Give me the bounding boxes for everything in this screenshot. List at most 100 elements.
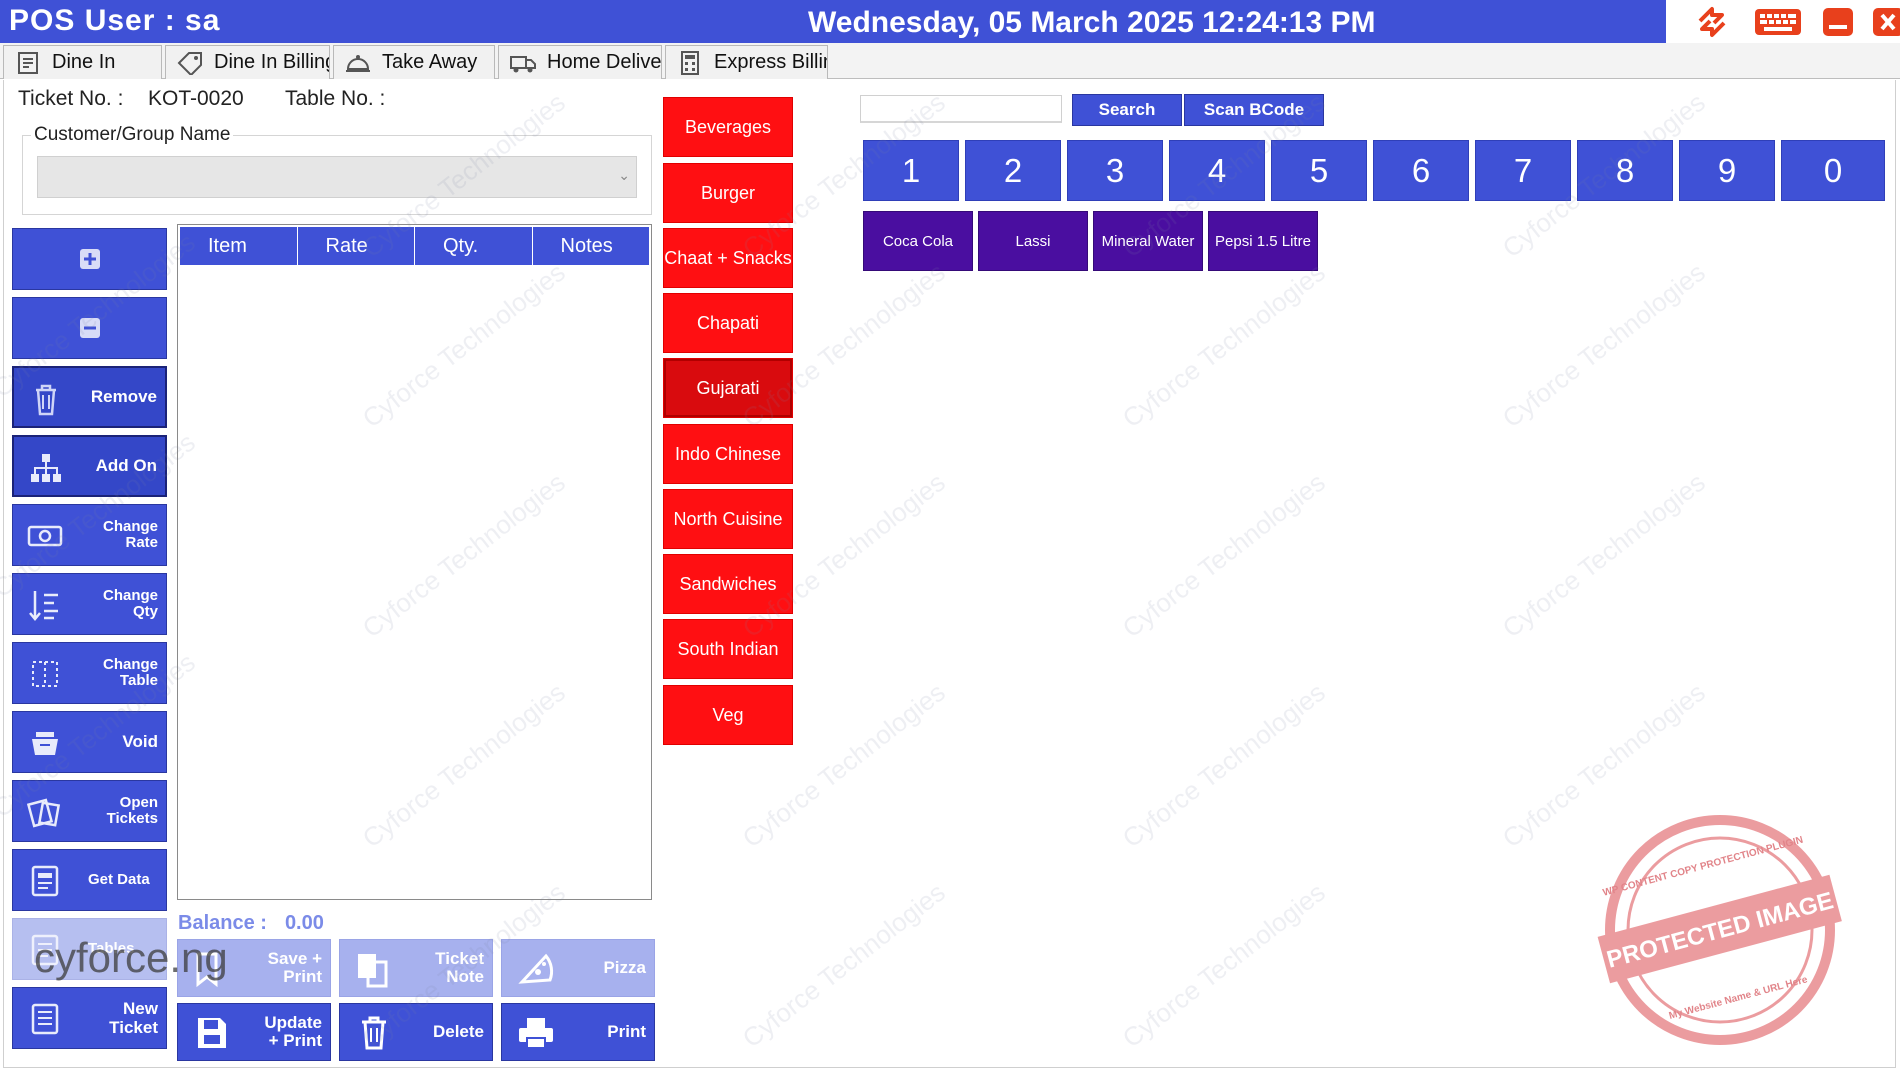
item-lassi[interactable]: Lassi [978, 211, 1088, 271]
category-beverages[interactable]: Beverages [663, 97, 793, 157]
title-bar: POS User : sa Wednesday, 05 March 2025 1… [0, 0, 1666, 43]
app-user-label: POS User : sa [9, 4, 221, 37]
tab-label: Dine In [52, 51, 116, 73]
grid-header: Item Rate Qty. Notes [180, 227, 649, 265]
new-ticket-button[interactable]: New Ticket [12, 987, 167, 1049]
category-chapati[interactable]: Chapati [663, 293, 793, 353]
tab-dine-in[interactable]: Dine In [3, 45, 162, 79]
truck-icon [510, 55, 536, 72]
numpad-3[interactable]: 3 [1067, 140, 1163, 201]
search-button[interactable]: Search [1072, 94, 1182, 126]
numpad-6[interactable]: 6 [1373, 140, 1469, 201]
datetime-display: Wednesday, 05 March 2025 12:24:13 PM [808, 6, 1376, 39]
column-header-item[interactable]: Item [180, 227, 298, 265]
minimize-button[interactable] [1812, 0, 1864, 43]
balance-label: Balance : [178, 912, 267, 934]
category-south-indian[interactable]: South Indian [663, 619, 793, 679]
numpad-5[interactable]: 5 [1271, 140, 1367, 201]
order-grid[interactable]: Item Rate Qty. Notes [177, 224, 652, 900]
customer-group: Customer/Group Name ⌄ [22, 124, 652, 215]
category-chaat-snacks[interactable]: Chaat + Snacks [663, 228, 793, 288]
numpad-0[interactable]: 0 [1781, 140, 1885, 201]
void-label: Void [122, 732, 158, 751]
get-data-label: Get Data [88, 871, 150, 888]
increase-qty-button[interactable] [12, 228, 167, 290]
tab-express-billing[interactable]: Express Billing [665, 45, 828, 79]
numpad-8[interactable]: 8 [1577, 140, 1673, 201]
customer-select[interactable]: ⌄ [37, 156, 637, 198]
numpad-2[interactable]: 2 [965, 140, 1061, 201]
category-burger[interactable]: Burger [663, 163, 793, 223]
new-ticket-icon [31, 1003, 59, 1035]
numpad-7[interactable]: 7 [1475, 140, 1571, 201]
print-button[interactable]: Print [501, 1003, 655, 1061]
table-no-label: Table No. : [285, 87, 386, 110]
category-sandwiches[interactable]: Sandwiches [663, 554, 793, 614]
update-print-label: Update + Print [264, 1013, 322, 1050]
tables-icon [31, 934, 59, 966]
printer-icon [519, 1018, 553, 1049]
category-veg[interactable]: Veg [663, 685, 793, 745]
ticket-no-value: KOT-0020 [148, 87, 244, 110]
change-table-label: Change Table [102, 656, 158, 689]
trash-icon [362, 1016, 386, 1050]
tab-label: Dine In Billing [214, 51, 330, 73]
save-print-button[interactable]: Save + Print [177, 939, 331, 997]
tab-dine-in-billing[interactable]: Dine In Billing [165, 45, 330, 79]
void-button[interactable]: Void [12, 711, 167, 773]
column-header-qty[interactable]: Qty. [415, 227, 533, 265]
keyboard-button[interactable] [1750, 0, 1806, 43]
remove-button[interactable]: Remove [12, 366, 167, 428]
minimize-icon [1823, 7, 1853, 36]
delete-button[interactable]: Delete [339, 1003, 493, 1061]
tab-label: Take Away [382, 51, 478, 73]
ticket-no-label: Ticket No. : [18, 87, 124, 110]
open-tickets-button[interactable]: Open Tickets [12, 780, 167, 842]
search-input[interactable] [860, 95, 1062, 123]
save-print-icon [196, 952, 218, 988]
note-icon [358, 954, 388, 988]
mode-tabs: Dine In Dine In Billing Take Away Home D… [0, 43, 1900, 79]
save-print-label: Save + Print [267, 949, 322, 986]
add-on-button[interactable]: Add On [12, 435, 167, 497]
add-on-label: Add On [95, 456, 157, 475]
change-table-button[interactable]: Change Table [12, 642, 167, 704]
change-rate-label: Change Rate [102, 518, 158, 551]
numpad-4[interactable]: 4 [1169, 140, 1265, 201]
category-gujarati[interactable]: Gujarati [663, 358, 793, 418]
tables-button[interactable]: Tables [12, 918, 167, 980]
category-north-cuisine[interactable]: North Cuisine [663, 489, 793, 549]
update-print-button[interactable]: Update + Print [177, 1003, 331, 1061]
close-button[interactable] [1862, 0, 1900, 43]
category-indo-chinese[interactable]: Indo Chinese [663, 424, 793, 484]
item-pepsi[interactable]: Pepsi 1.5 Litre [1208, 211, 1318, 271]
tickets-icon [27, 798, 61, 828]
pizza-label: Pizza [603, 958, 646, 977]
change-rate-button[interactable]: Change Rate [12, 504, 167, 566]
hierarchy-icon [31, 454, 61, 482]
pizza-button[interactable]: Pizza [501, 939, 655, 997]
tab-label: Home Delivery [547, 51, 662, 73]
refresh-button[interactable] [1686, 0, 1738, 43]
decrease-qty-button[interactable] [12, 297, 167, 359]
keyboard-icon [1755, 8, 1801, 35]
tab-take-away[interactable]: Take Away [333, 45, 495, 79]
numpad-9[interactable]: 9 [1679, 140, 1775, 201]
close-icon [1873, 7, 1900, 36]
tab-home-delivery[interactable]: Home Delivery [498, 45, 662, 79]
change-qty-button[interactable]: Change Qty [12, 573, 167, 635]
receipt-icon [18, 51, 38, 74]
ticket-note-button[interactable]: Ticket Note [339, 939, 493, 997]
data-icon [31, 865, 59, 897]
item-coca-cola[interactable]: Coca Cola [863, 211, 973, 271]
numpad-1[interactable]: 1 [863, 140, 959, 201]
item-mineral-water[interactable]: Mineral Water [1093, 211, 1203, 271]
column-header-notes[interactable]: Notes [532, 227, 649, 265]
inbox-icon [32, 732, 58, 755]
get-data-button[interactable]: Get Data [12, 849, 167, 911]
pos-window: POS User : sa Wednesday, 05 March 2025 1… [0, 0, 1900, 1068]
scan-barcode-button[interactable]: Scan BCode [1184, 94, 1324, 126]
column-header-rate[interactable]: Rate [297, 227, 415, 265]
money-icon [27, 525, 63, 547]
chevron-down-icon: ⌄ [618, 167, 630, 183]
